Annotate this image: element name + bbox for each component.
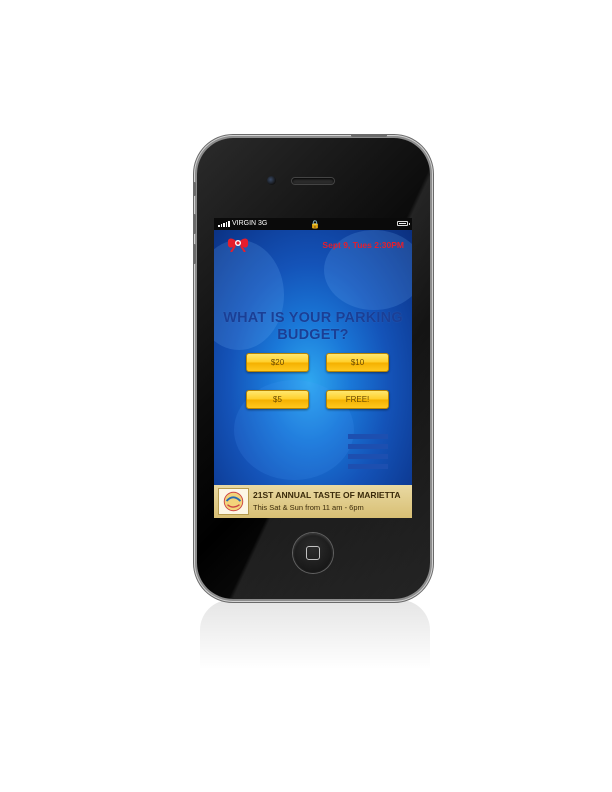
promo-subtitle: This Sat & Sun from 11 am - 6pm — [253, 503, 364, 512]
option-button-5[interactable]: $5 — [246, 390, 309, 409]
status-bar: VIRGIN 3G 🔒 — [214, 218, 412, 230]
date-time: Sept 9, Tues 2:30PM — [322, 240, 404, 250]
volume-up-button — [193, 214, 196, 234]
home-square-icon — [306, 546, 320, 560]
app-body: Sept 9, Tues 2:30PM WHAT IS YOUR PARKING… — [214, 230, 412, 485]
phone-reflection — [200, 600, 430, 670]
promo-banner[interactable]: 21ST ANNUAL TASTE OF MARIETTA This Sat &… — [214, 485, 412, 518]
volume-down-button — [193, 244, 196, 264]
earpiece-speaker — [292, 178, 334, 184]
option-button-10[interactable]: $10 — [326, 353, 389, 372]
phone-screen: VIRGIN 3G 🔒 Sept 9, Tues 2:30PM WHAT IS … — [214, 218, 412, 518]
carrier-name: VIRGIN — [232, 220, 257, 227]
battery-icon — [397, 221, 410, 226]
home-button[interactable] — [293, 533, 333, 573]
promo-title: 21ST ANNUAL TASTE OF MARIETTA — [253, 490, 401, 500]
silent-switch — [193, 182, 196, 196]
network-type: 3G — [258, 220, 268, 227]
event-badge-icon — [218, 488, 249, 515]
signal-icon — [218, 221, 230, 227]
question-heading: WHAT IS YOUR PARKING BUDGET? — [223, 310, 403, 343]
option-button-20[interactable]: $20 — [246, 353, 309, 372]
front-camera — [267, 176, 276, 185]
power-button — [351, 134, 387, 137]
menu-icon[interactable] — [348, 434, 388, 470]
bow-logo-icon[interactable] — [226, 234, 250, 252]
option-button-free[interactable]: FREE! — [326, 390, 389, 409]
